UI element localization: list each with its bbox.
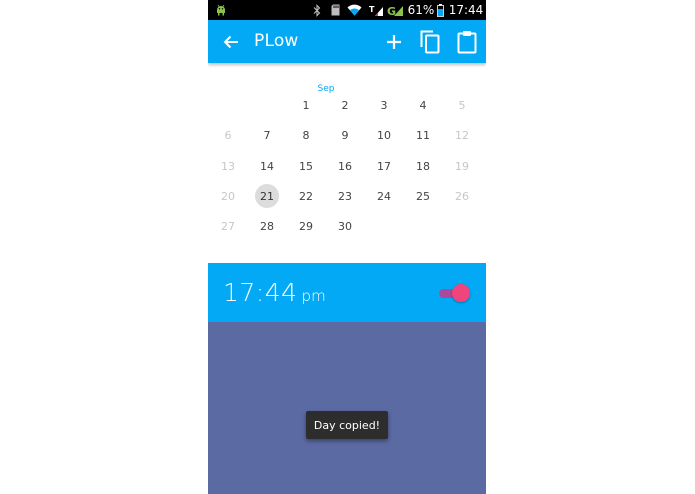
clipboard-icon [457,31,477,54]
plus-icon [387,35,401,49]
calendar-day[interactable]: 11 [411,123,435,147]
calendar-day[interactable]: 23 [333,184,357,208]
app-bar: PLow [208,20,486,63]
toggle-thumb [452,284,470,302]
calendar-day[interactable]: 27 [216,214,240,238]
paste-button[interactable] [453,28,481,56]
time-display[interactable]: 17:44 pm [223,278,326,307]
calendar-day[interactable]: 2 [333,93,357,117]
calendar-day[interactable]: 20 [216,184,240,208]
calendar-day[interactable]: 3 [372,93,396,117]
signal-icon: T [368,3,384,17]
battery-icon [436,3,444,17]
calendar-day[interactable]: 24 [372,184,396,208]
wifi-icon [346,3,362,17]
calendar-day[interactable]: 13 [216,154,240,178]
calendar-day[interactable]: 22 [294,184,318,208]
content-area: Day copied! [208,322,486,494]
calendar-day[interactable]: 28 [255,214,279,238]
svg-text:G: G [387,5,396,17]
time-value: 17:44 [223,278,298,307]
add-button[interactable] [380,28,408,56]
calendar-day[interactable]: 14 [255,154,279,178]
calendar-day[interactable]: 29 [294,214,318,238]
calendar-day[interactable]: 6 [216,123,240,147]
calendar-day[interactable]: 10 [372,123,396,147]
back-arrow-icon [223,35,238,49]
calendar-day[interactable]: 9 [333,123,357,147]
calendar-day[interactable]: 5 [450,93,474,117]
status-bar: T G 61% 17:44 [208,0,486,20]
bluetooth-icon [312,3,322,17]
calendar-day[interactable]: 16 [333,154,357,178]
calendar-day[interactable]: 1 [294,93,318,117]
battery-percent: 61% [407,3,435,17]
calendar-day[interactable]: 18 [411,154,435,178]
copy-icon [420,30,440,54]
calendar-day[interactable]: 17 [372,154,396,178]
toast: Day copied! [306,411,388,439]
calendar-day-selected[interactable]: 21 [255,184,279,208]
signal-g-icon: G [386,3,404,17]
calendar-day[interactable]: 19 [450,154,474,178]
calendar-day[interactable]: 15 [294,154,318,178]
status-clock: 17:44 [448,3,484,17]
svg-text:T: T [369,5,375,14]
calendar-day[interactable]: 7 [255,123,279,147]
calendar-day[interactable]: 4 [411,93,435,117]
time-ampm: pm [301,287,326,305]
phone-screen: T G 61% 17:44 PLow Sep 1 2 3 4 5 6 7 8 9 10 11 12 13… [208,0,486,494]
calendar-day[interactable]: 8 [294,123,318,147]
back-button[interactable] [218,29,244,55]
copy-button[interactable] [416,28,444,56]
month-label: Sep [317,84,335,94]
calendar: Sep 1 2 3 4 5 6 7 8 9 10 11 12 13 14 15 16 17 18 19 20 21 22 2… [208,63,486,263]
toast-text: Day copied! [313,418,381,432]
time-panel: 17:44 pm [208,263,486,322]
app-title: PLow [254,31,299,51]
calendar-day[interactable]: 25 [411,184,435,208]
sd-card-icon [330,3,340,17]
calendar-day[interactable]: 30 [333,214,357,238]
calendar-day[interactable]: 26 [450,184,474,208]
calendar-day[interactable]: 12 [450,123,474,147]
android-icon [214,3,228,17]
alarm-toggle[interactable] [437,283,471,303]
